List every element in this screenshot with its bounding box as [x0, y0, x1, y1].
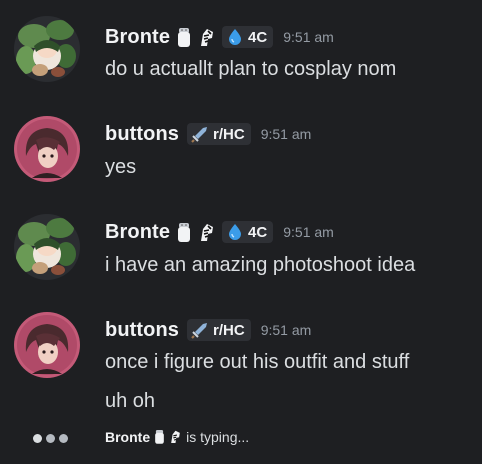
- zebra-icon: [169, 428, 182, 445]
- typing-dot: [46, 434, 55, 443]
- avatar[interactable]: [14, 116, 80, 182]
- username[interactable]: Bronte: [105, 221, 170, 244]
- typing-dot: [59, 434, 68, 443]
- typing-indicator: Bronte is typing...: [0, 424, 482, 454]
- zebra-icon[interactable]: [198, 26, 216, 48]
- typing-dot: [33, 434, 42, 443]
- sword-icon: [191, 125, 209, 143]
- typing-status: is typing...: [186, 428, 250, 445]
- water-drop-icon: [226, 223, 244, 241]
- avatar[interactable]: [14, 16, 80, 82]
- role-tag-label: 4C: [248, 28, 268, 46]
- plant-girl-avatar-icon: [14, 16, 80, 82]
- avatar[interactable]: [14, 214, 80, 280]
- timestamp[interactable]: 9:51 am: [283, 224, 334, 240]
- username[interactable]: buttons: [105, 123, 179, 146]
- role-tag[interactable]: r/HC: [187, 319, 251, 341]
- username[interactable]: buttons: [105, 319, 179, 342]
- salt-shaker-icon[interactable]: [175, 26, 193, 48]
- role-tag[interactable]: 4C: [222, 221, 274, 243]
- message-text: once i figure out his outfit and stuff: [105, 351, 410, 373]
- water-drop-icon: [226, 28, 244, 46]
- typing-username: Bronte: [105, 428, 151, 445]
- zebra-icon[interactable]: [198, 221, 216, 243]
- role-tag[interactable]: r/HC: [187, 123, 251, 145]
- avatar[interactable]: [14, 312, 80, 378]
- typing-text: Bronte is typing...: [105, 428, 249, 445]
- sword-icon: [191, 321, 209, 339]
- username[interactable]: Bronte: [105, 26, 170, 49]
- red-hair-avatar-icon: [14, 116, 80, 182]
- message-text: uh oh: [105, 390, 156, 412]
- role-tag-label: r/HC: [213, 321, 245, 339]
- message-text: yes: [105, 156, 137, 178]
- role-tag-label: 4C: [248, 223, 268, 241]
- typing-dots: [33, 434, 68, 443]
- salt-shaker-icon[interactable]: [175, 221, 193, 243]
- plant-girl-avatar-icon: [14, 214, 80, 280]
- role-tag[interactable]: 4C: [222, 26, 274, 48]
- message-text: i have an amazing photoshoot idea: [105, 254, 416, 276]
- timestamp[interactable]: 9:51 am: [283, 29, 334, 45]
- timestamp[interactable]: 9:51 am: [261, 126, 312, 142]
- red-hair-avatar-icon: [14, 312, 80, 378]
- timestamp[interactable]: 9:51 am: [261, 322, 312, 338]
- message-text: do u actuallt plan to cosplay nom: [105, 58, 397, 80]
- salt-shaker-icon: [153, 428, 166, 445]
- role-tag-label: r/HC: [213, 125, 245, 143]
